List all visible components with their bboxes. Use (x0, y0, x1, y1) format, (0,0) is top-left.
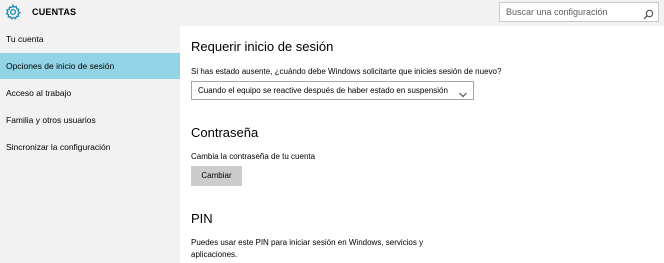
sidebar-item-label: Acceso al trabajo (6, 88, 72, 98)
sidebar-item-label: Opciones de inicio de sesión (6, 61, 115, 71)
pin-title: PIN (191, 211, 213, 226)
sidebar-item-label: Sincronizar la configuración (6, 142, 111, 152)
sidebar-item-label: Familia y otros usuarios (6, 115, 96, 125)
require-signin-description: Si has estado ausente, ¿cuándo debe Wind… (191, 67, 502, 76)
sidebar-item-sincronizar[interactable]: Sincronizar la configuración (0, 134, 180, 160)
search-box[interactable] (499, 2, 659, 22)
sidebar-item-acceso-trabajo[interactable]: Acceso al trabajo (0, 80, 180, 106)
sidebar-item-label: Tu cuenta (6, 34, 44, 44)
search-input[interactable] (500, 3, 640, 21)
app-title: CUENTAS (32, 7, 77, 17)
sidebar-item-tu-cuenta[interactable]: Tu cuenta (0, 26, 180, 52)
search-icon[interactable] (643, 7, 654, 20)
change-password-button[interactable]: Cambiar (191, 166, 242, 186)
sidebar-item-familia-usuarios[interactable]: Familia y otros usuarios (0, 107, 180, 133)
sidebar-item-opciones-inicio-sesion[interactable]: Opciones de inicio de sesión (0, 53, 180, 79)
pin-description-line1: Puedes usar este PIN para iniciar sesión… (191, 238, 424, 247)
header-bar: CUENTAS (0, 0, 664, 26)
sidebar: Tu cuenta Opciones de inicio de sesión A… (0, 26, 180, 263)
chevron-down-icon (459, 87, 467, 98)
password-title: Contraseña (191, 125, 259, 140)
require-signin-dropdown[interactable]: Cuando el equipo se reactive después de … (191, 81, 474, 100)
main-content: Requerir inicio de sesión Si has estado … (180, 26, 664, 263)
pin-description-line2: aplicaciones. (191, 250, 238, 259)
require-signin-title: Requerir inicio de sesión (191, 39, 334, 54)
gear-icon (5, 3, 21, 20)
dropdown-value: Cuando el equipo se reactive después de … (198, 86, 448, 95)
password-description: Cambia la contraseña de tu cuenta (191, 152, 316, 161)
